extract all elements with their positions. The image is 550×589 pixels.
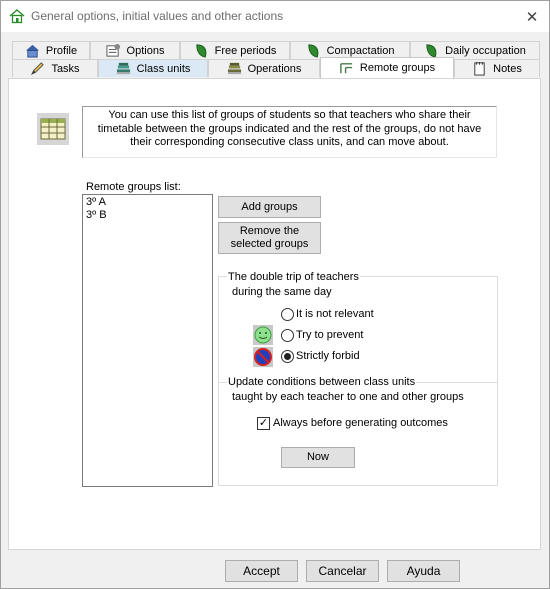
forbidden-icon	[253, 347, 273, 367]
checkmark-icon: ✓	[258, 417, 269, 429]
house-icon	[25, 44, 39, 58]
update-conditions-heading-2: taught by each teacher to one and other …	[232, 391, 464, 403]
remove-selected-groups-button[interactable]: Remove the selected groups	[218, 222, 321, 254]
tab-label: Tasks	[51, 62, 80, 75]
tab-tasks[interactable]: Tasks	[12, 59, 98, 77]
always-before-checkbox[interactable]: ✓	[257, 417, 270, 430]
table-icon	[37, 113, 69, 145]
house-icon	[9, 9, 25, 24]
close-icon: ✕	[525, 8, 539, 26]
add-groups-button[interactable]: Add groups	[218, 196, 321, 218]
checkbox-label: Always before generating outcomes	[273, 417, 448, 429]
tab-options[interactable]: Options	[90, 41, 180, 59]
tab-label: Free periods	[214, 44, 277, 57]
radio-not-relevant[interactable]	[281, 308, 294, 321]
leaf-icon	[195, 44, 206, 58]
radio-label: It is not relevant	[296, 308, 374, 320]
tab-label: Operations	[247, 62, 302, 75]
tab-label: Compactation	[326, 44, 395, 57]
accept-button[interactable]: Accept	[225, 560, 298, 582]
leaf-icon	[307, 44, 318, 58]
help-button[interactable]: Ayuda	[387, 560, 460, 582]
tab-label: Notes	[493, 62, 522, 75]
pencil-icon	[31, 62, 45, 76]
tab-remote-groups[interactable]: Remote groups	[320, 57, 454, 78]
tab-free-periods[interactable]: Free periods	[180, 41, 290, 59]
tab-notes[interactable]: Notes	[454, 59, 540, 77]
tab-operations[interactable]: Operations	[208, 59, 320, 77]
remote-groups-list[interactable]: 3º A 3º B	[82, 194, 213, 487]
books-icon	[227, 62, 241, 75]
info-text: You can use this list of groups of stude…	[82, 106, 497, 158]
double-trip-heading: The double trip of teachers	[227, 271, 360, 283]
tab-profile[interactable]: Profile	[12, 41, 90, 59]
tab-label: Profile	[45, 44, 78, 57]
window-title: General options, initial values and othe…	[31, 9, 284, 23]
tab-label: Class units	[136, 62, 191, 75]
notes-icon	[474, 61, 485, 76]
tab-label: Daily occupation	[445, 44, 526, 57]
tab-label: Remote groups	[359, 62, 436, 74]
radio-strictly-forbid[interactable]	[281, 350, 294, 363]
now-button[interactable]: Now	[281, 447, 355, 468]
remote-groups-list-label: Remote groups list:	[86, 181, 181, 193]
title-bar: General options, initial values and othe…	[1, 1, 549, 32]
groups-icon	[340, 62, 353, 73]
options-icon	[106, 43, 120, 57]
radio-try-to-prevent[interactable]	[281, 329, 294, 342]
list-item[interactable]: 3º B	[86, 209, 209, 222]
double-trip-heading-2: during the same day	[232, 286, 332, 298]
books-icon	[116, 62, 130, 75]
tab-label: Options	[126, 44, 165, 57]
radio-label: Try to prevent	[296, 329, 364, 341]
leaf-icon	[426, 44, 437, 58]
update-conditions-heading: Update conditions between class units	[227, 376, 417, 388]
cancel-button[interactable]: Cancelar	[306, 560, 379, 582]
list-item[interactable]: 3º A	[86, 196, 209, 209]
radio-label: Strictly forbid	[296, 350, 360, 362]
close-button[interactable]: ✕	[515, 1, 549, 32]
smiley-icon	[253, 325, 273, 345]
tab-class-units[interactable]: Class units	[98, 59, 208, 77]
